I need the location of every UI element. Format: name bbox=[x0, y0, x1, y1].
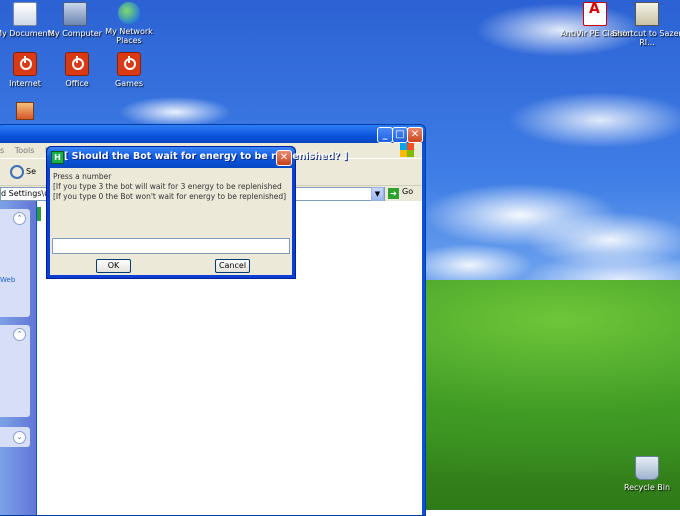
recycle-bin-icon bbox=[635, 456, 659, 480]
dialog-message: Press a number [If you type 3 the bot wi… bbox=[53, 172, 286, 202]
cancel-button[interactable]: Cancel bbox=[215, 259, 250, 273]
menu-item-fragment[interactable]: s bbox=[0, 146, 4, 155]
desktop-icon-network-places[interactable]: My Network Places bbox=[94, 2, 164, 45]
collapse-chevron-icon[interactable]: ⌃ bbox=[13, 328, 26, 341]
desktop-icon-recycle-bin[interactable]: Recycle Bin bbox=[612, 456, 680, 492]
chevron-down-icon: ▼ bbox=[374, 190, 381, 198]
task-box: ⌃ bbox=[0, 325, 30, 417]
task-link-web[interactable]: Web bbox=[0, 276, 15, 284]
desktop-icon-games[interactable]: Games bbox=[94, 52, 164, 88]
desktop-icon-unnamed[interactable] bbox=[0, 102, 60, 123]
desktop-icon-label: Games bbox=[115, 79, 143, 88]
my-documents-icon bbox=[13, 2, 37, 26]
close-icon: ✕ bbox=[279, 152, 289, 163]
games-icon bbox=[117, 52, 141, 76]
explorer-title-bar[interactable]: _ □ ✕ bbox=[0, 125, 425, 143]
my-computer-icon bbox=[63, 2, 87, 26]
expand-chevron-icon[interactable]: ⌄ bbox=[13, 431, 26, 444]
message-line-1: Press a number bbox=[53, 172, 112, 181]
desktop-icon-label: My Network Places bbox=[105, 27, 153, 45]
desktop-icon-label: Internet bbox=[9, 79, 41, 88]
task-box: ⌃ Web bbox=[0, 209, 30, 317]
address-dropdown-button[interactable]: ▼ bbox=[371, 187, 384, 201]
desktop-icon-label: Office bbox=[65, 79, 89, 88]
ok-button[interactable]: OK bbox=[96, 259, 131, 273]
desktop-icon-shortcut[interactable]: Shortcut to Sazer RI... bbox=[612, 2, 680, 47]
menu-item-tools[interactable]: Tools bbox=[15, 146, 35, 155]
collapse-chevron-icon[interactable]: ⌃ bbox=[13, 212, 26, 225]
maximize-button[interactable]: □ bbox=[392, 127, 408, 143]
application-icon bbox=[16, 102, 34, 120]
search-button[interactable]: Search bbox=[26, 167, 36, 176]
avira-icon bbox=[583, 2, 607, 26]
office-icon bbox=[65, 52, 89, 76]
windows-logo-icon bbox=[400, 143, 414, 157]
dialog-title: [ Should the Bot wait for energy to be r… bbox=[64, 151, 348, 162]
app-icon: H bbox=[51, 151, 64, 164]
go-arrow-icon[interactable]: ➜ bbox=[388, 188, 399, 199]
message-line-3: [If you type 0 the Bot won't wait for en… bbox=[53, 192, 287, 201]
dialog-title-bar[interactable]: H [ Should the Bot wait for energy to be… bbox=[47, 147, 348, 168]
minimize-button[interactable]: _ bbox=[377, 127, 393, 143]
input-dialog[interactable]: H [ Should the Bot wait for energy to be… bbox=[46, 146, 348, 279]
close-button[interactable]: ✕ bbox=[407, 127, 423, 143]
number-input[interactable] bbox=[52, 238, 290, 254]
shortcut-icon bbox=[635, 2, 659, 26]
network-places-icon bbox=[118, 2, 140, 24]
internet-icon bbox=[13, 52, 37, 76]
desktop-icon-label: Recycle Bin bbox=[623, 483, 671, 492]
search-icon bbox=[10, 165, 24, 179]
go-button[interactable]: Go bbox=[402, 187, 413, 196]
desktop-icon-label: Shortcut to Sazer RI... bbox=[612, 29, 680, 47]
task-pane: ⌃ Web ⌃ ⌄ bbox=[0, 201, 36, 515]
task-box: ⌄ bbox=[0, 427, 30, 447]
dialog-body: Press a number [If you type 3 the bot wi… bbox=[50, 168, 292, 275]
message-line-2: [If you type 3 the bot will wait for 3 e… bbox=[53, 182, 282, 191]
dialog-close-button[interactable]: ✕ bbox=[276, 150, 292, 166]
file-icon[interactable] bbox=[37, 207, 41, 221]
